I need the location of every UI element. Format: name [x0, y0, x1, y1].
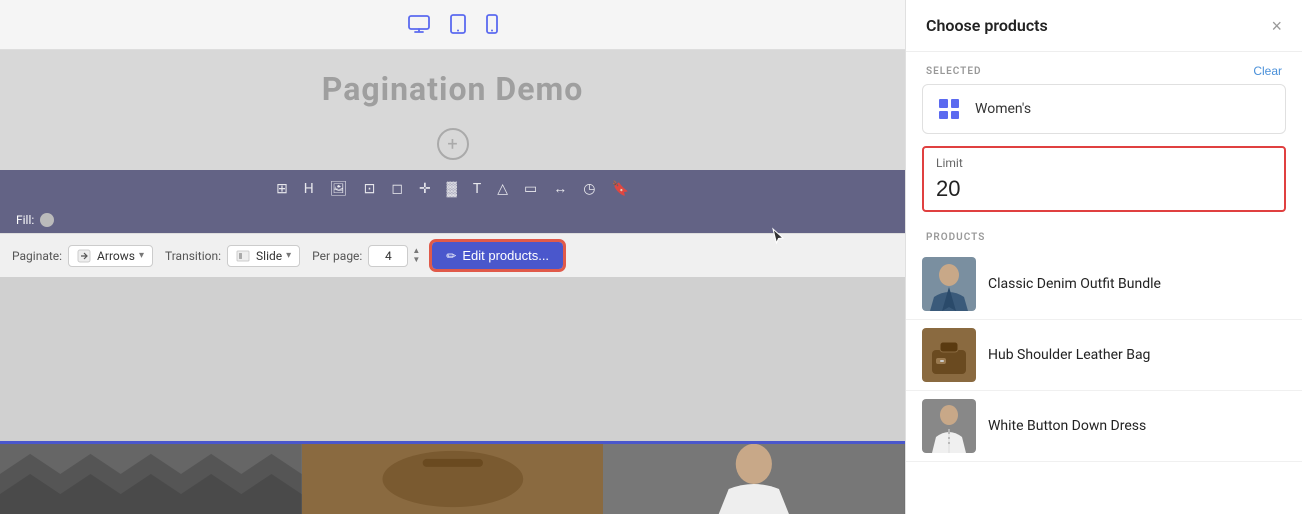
mouse-cursor-icon — [771, 227, 785, 245]
device-bar — [0, 0, 905, 50]
grid-dot-2 — [951, 99, 960, 108]
selected-label-text: SELECTED — [926, 66, 982, 77]
heading-tool-icon[interactable]: H — [300, 179, 318, 199]
triangle-tool-icon[interactable]: △ — [493, 179, 512, 199]
transition-group: Transition: Slide ▾ — [165, 245, 300, 267]
arrows-icon — [77, 249, 91, 263]
product-row[interactable]: Classic Denim Outfit Bundle — [906, 249, 1302, 320]
per-page-group: Per page: 4 ▲ ▼ — [312, 245, 420, 267]
product-image-3 — [603, 444, 905, 514]
selected-item: Women's — [922, 84, 1286, 134]
product-thumbnail-2 — [922, 328, 976, 382]
panel-header: Choose products × — [906, 0, 1302, 52]
mobile-icon[interactable] — [486, 14, 498, 39]
transition-label: Transition: — [165, 249, 221, 263]
product-thumbnail-3 — [922, 399, 976, 453]
box-tool-icon[interactable]: ▭ — [520, 179, 541, 199]
bookmark-tool-icon[interactable]: 🔖 — [607, 179, 632, 199]
bottom-toolbar: Paginate: Arrows ▾ Transition: Slide ▾ — [0, 233, 905, 277]
right-panel: Choose products × SELECTED Clear Women's… — [905, 0, 1302, 514]
cursor-indicator — [771, 227, 785, 249]
per-page-stepper[interactable]: ▲ ▼ — [412, 247, 420, 264]
grid-dot-3 — [939, 111, 948, 120]
fill-area: Fill: — [0, 207, 905, 233]
limit-label: Limit — [936, 156, 1272, 170]
add-section-area: + — [0, 118, 905, 170]
products-section-label: PRODUCTS — [906, 224, 1302, 249]
clear-button[interactable]: Clear — [1253, 64, 1282, 78]
tablet-icon[interactable] — [450, 14, 466, 39]
grid-dot-1 — [939, 99, 948, 108]
arrows-tool-icon[interactable]: ↔ — [549, 178, 571, 199]
products-section: PRODUCTS Classic Denim Outfit Bundle — [906, 224, 1302, 514]
stepper-down-icon[interactable]: ▼ — [412, 256, 420, 264]
limit-section: Limit — [922, 146, 1286, 212]
limit-box: Limit — [922, 146, 1286, 212]
paginate-label: Paginate: — [12, 249, 62, 263]
slide-select[interactable]: Slide ▾ — [227, 245, 300, 267]
page-title: Pagination Demo — [0, 70, 905, 108]
editor-area: Pagination Demo + ⊞ H 🖼 ⊡ ◻ ✛ ▓ T △ ▭ ↔ … — [0, 0, 905, 514]
arrows-value: Arrows — [97, 249, 135, 263]
slide-value: Slide — [256, 249, 282, 263]
floating-toolbar: ⊞ H 🖼 ⊡ ◻ ✛ ▓ T △ ▭ ↔ ◷ 🔖 — [0, 170, 905, 207]
shape-tool-icon[interactable]: ◻ — [387, 179, 407, 199]
fill-color-dot[interactable] — [40, 213, 54, 227]
fill-label: Fill: — [16, 213, 34, 227]
product-name-2: Hub Shoulder Leather Bag — [988, 347, 1150, 363]
slide-chevron: ▾ — [286, 250, 291, 261]
product-thumbnail-1 — [922, 257, 976, 311]
clock-tool-icon[interactable]: ◷ — [579, 179, 599, 199]
text-tool-icon[interactable]: T — [469, 179, 485, 199]
crop-tool-icon[interactable]: ⊡ — [360, 179, 380, 199]
panel-title: Choose products — [926, 16, 1048, 35]
product-image-1 — [0, 444, 302, 514]
grid-tool-icon[interactable]: ⊞ — [272, 179, 292, 199]
move-tool-icon[interactable]: ✛ — [415, 179, 435, 199]
page-title-area: Pagination Demo — [0, 50, 905, 118]
grid-icon — [935, 95, 963, 123]
selected-item-name: Women's — [975, 101, 1031, 117]
product-image-2 — [302, 444, 604, 514]
limit-input[interactable] — [936, 176, 1272, 202]
add-section-button[interactable]: + — [437, 128, 469, 160]
stepper-up-icon[interactable]: ▲ — [412, 247, 420, 255]
per-page-label: Per page: — [312, 249, 362, 263]
edit-products-label: Edit products... — [462, 248, 549, 263]
product-name-3: White Button Down Dress — [988, 418, 1146, 434]
image-tool-icon[interactable]: 🖼 — [326, 179, 352, 199]
product-images-strip — [0, 444, 905, 514]
per-page-input-group: 4 ▲ ▼ — [368, 245, 420, 267]
desktop-icon[interactable] — [408, 15, 430, 38]
per-page-value[interactable]: 4 — [368, 245, 408, 267]
pencil-icon: ✏ — [446, 249, 456, 263]
product-row[interactable]: White Button Down Dress — [906, 391, 1302, 462]
highlight-tool-icon[interactable]: ▓ — [443, 178, 461, 199]
arrows-select[interactable]: Arrows ▾ — [68, 245, 153, 267]
grid-dot-4 — [951, 111, 960, 120]
arrows-chevron: ▾ — [139, 250, 144, 261]
close-button[interactable]: × — [1271, 17, 1282, 35]
slide-icon — [236, 249, 250, 263]
edit-products-button[interactable]: ✏ Edit products... — [432, 242, 563, 269]
selected-section-label: SELECTED Clear — [906, 52, 1302, 84]
product-row[interactable]: Hub Shoulder Leather Bag — [906, 320, 1302, 391]
paginate-group: Paginate: Arrows ▾ — [12, 245, 153, 267]
product-name-1: Classic Denim Outfit Bundle — [988, 276, 1161, 292]
